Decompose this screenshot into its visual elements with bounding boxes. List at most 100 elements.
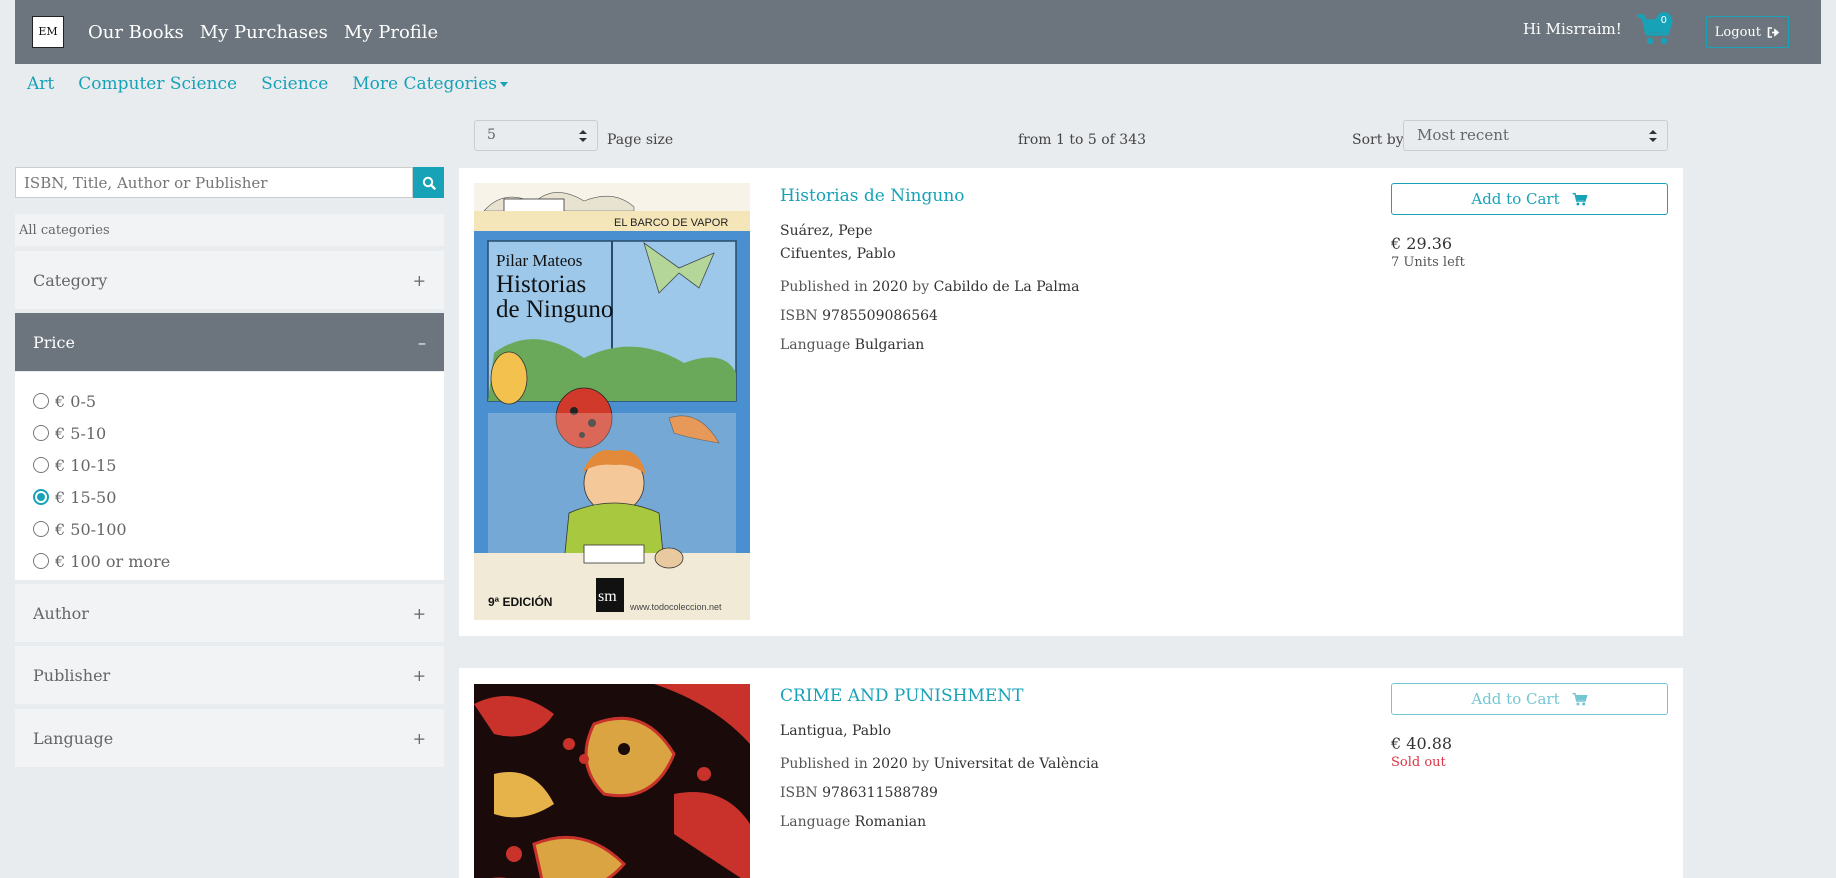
all-categories-filter[interactable]: All categories (15, 214, 444, 246)
price-option[interactable]: € 10-15 (15, 449, 444, 481)
radio-button[interactable] (33, 553, 49, 569)
book-title-link[interactable]: Historias de Ninguno (780, 186, 1079, 206)
category-bar: Art Computer Science Science More Catego… (27, 74, 508, 94)
logout-button[interactable]: Logout (1705, 16, 1789, 48)
price-option-label: € 10-15 (55, 455, 117, 475)
book-language: Language Bulgarian (780, 337, 1079, 353)
book-info: Historias de Ninguno Suárez, Pepe Cifuen… (780, 186, 1079, 353)
cover-series: EL BARCO DE VAPOR (614, 217, 728, 229)
sign-out-icon (1767, 26, 1780, 38)
filter-language-header[interactable]: Language + (15, 709, 444, 767)
filter-publisher-label: Publisher (33, 665, 111, 685)
nav-our-books[interactable]: Our Books (88, 22, 184, 43)
caret-down-icon (500, 82, 508, 87)
search-input[interactable] (15, 167, 413, 198)
book-authors: Suárez, Pepe Cifuentes, Pablo (780, 220, 1079, 266)
nav-my-purchases[interactable]: My Purchases (200, 22, 328, 43)
more-categories-label: More Categories (352, 74, 497, 94)
price-options: € 0-5 € 5-10 € 10-15 € 15-50 € 50-100 € … (15, 372, 444, 580)
page-size-select[interactable]: 5 (474, 120, 598, 151)
published-prefix: Published in (780, 279, 868, 295)
page-size-value: 5 (487, 127, 496, 143)
cart-icon (1572, 692, 1588, 706)
book-isbn: ISBN 9786311588789 (780, 785, 1099, 801)
add-to-cart-button[interactable]: Add to Cart (1391, 183, 1668, 215)
publisher-name: Universitat de València (933, 756, 1099, 772)
published-by: by (912, 279, 930, 295)
book-purchase: Add to Cart € 40.88 Sold out (1391, 683, 1668, 770)
published-prefix: Published in (780, 756, 868, 772)
search-icon (422, 176, 436, 190)
filter-author-label: Author (33, 603, 89, 623)
price-option[interactable]: € 15-50 (15, 481, 444, 513)
radio-button[interactable] (33, 457, 49, 473)
book-title-link[interactable]: CRIME AND PUNISHMENT (780, 686, 1099, 706)
results-range: from 1 to 5 of 343 (1018, 132, 1147, 148)
book-published: Published in 2020 by Universitat de Valè… (780, 756, 1099, 772)
book-card: CRIME AND PUNISHMENT Lantigua, Pablo Pub… (459, 668, 1683, 878)
language-label: Language (780, 337, 851, 353)
category-computer-science[interactable]: Computer Science (78, 74, 237, 94)
book-cover[interactable] (474, 684, 750, 878)
author-name: Suárez, Pepe (780, 223, 873, 239)
filter-price-header[interactable]: Price – (15, 313, 444, 371)
book-cover-image: EL BARCO DE VAPOR Pilar Mateos Historias… (474, 183, 750, 620)
collapse-icon: – (418, 332, 426, 352)
select-arrows-icon (579, 130, 587, 142)
cover-title-2: de Ninguno (496, 296, 613, 323)
add-to-cart-button[interactable]: Add to Cart (1391, 683, 1668, 715)
more-categories-dropdown[interactable]: More Categories (352, 74, 508, 94)
filter-category-header[interactable]: Category + (15, 251, 444, 309)
price-option[interactable]: € 50-100 (15, 513, 444, 545)
author-name: Cifuentes, Pablo (780, 246, 896, 262)
filter-publisher-header[interactable]: Publisher + (15, 646, 444, 704)
price-option-label: € 0-5 (55, 391, 97, 411)
add-to-cart-label: Add to Cart (1471, 690, 1560, 708)
book-cover-image (474, 684, 750, 878)
cover-title-1: Historias (496, 271, 586, 298)
radio-button[interactable] (33, 425, 49, 441)
user-greeting: Hi Misrraim! (1522, 20, 1622, 38)
stock-status: 7 Units left (1391, 255, 1465, 270)
filter-author-header[interactable]: Author + (15, 584, 444, 642)
isbn-label: ISBN (780, 785, 818, 801)
book-isbn: ISBN 9785509086564 (780, 308, 1079, 324)
expand-icon: + (412, 270, 426, 290)
isbn-label: ISBN (780, 308, 818, 324)
main-nav: Our Books My Purchases My Profile (88, 22, 438, 43)
price-option[interactable]: € 0-5 (15, 385, 444, 417)
published-by: by (912, 756, 930, 772)
logo[interactable]: EM (32, 16, 64, 48)
category-art[interactable]: Art (27, 74, 54, 94)
cart-button[interactable]: 0 (1636, 12, 1676, 48)
book-published: Published in 2020 by Cabildo de La Palma (780, 279, 1079, 295)
price-option[interactable]: € 5-10 (15, 417, 444, 449)
cover-author: Pilar Mateos (496, 251, 582, 270)
sort-value: Most recent (1417, 126, 1509, 144)
select-arrows-icon (1649, 130, 1657, 142)
published-year: 2020 (872, 279, 908, 295)
author-name: Lantigua, Pablo (780, 723, 891, 739)
book-authors: Lantigua, Pablo (780, 720, 1099, 743)
cart-count-badge: 0 (1655, 12, 1672, 28)
nav-my-profile[interactable]: My Profile (344, 22, 438, 43)
price-option-label: € 5-10 (55, 423, 107, 443)
book-cover[interactable]: EL BARCO DE VAPOR Pilar Mateos Historias… (474, 183, 750, 620)
radio-button[interactable] (33, 489, 49, 505)
book-purchase: Add to Cart € 29.36 7 Units left (1391, 183, 1668, 270)
cover-watermark: www.todocoleccion.net (629, 602, 722, 612)
cover-edition: 9ª EDICIÓN (488, 594, 552, 609)
search-bar (15, 167, 444, 198)
sort-select[interactable]: Most recent (1403, 120, 1668, 151)
price-option-label: € 100 or more (55, 551, 171, 571)
radio-button[interactable] (33, 521, 49, 537)
book-price: € 40.88 (1391, 734, 1453, 753)
top-navbar: EM Our Books My Purchases My Profile Hi … (15, 0, 1821, 64)
stock-status: Sold out (1391, 755, 1446, 770)
search-button[interactable] (413, 167, 444, 198)
radio-button[interactable] (33, 393, 49, 409)
filter-category-label: Category (33, 270, 108, 290)
price-option-label: € 50-100 (55, 519, 127, 539)
category-science[interactable]: Science (261, 74, 328, 94)
price-option[interactable]: € 100 or more (15, 545, 444, 577)
